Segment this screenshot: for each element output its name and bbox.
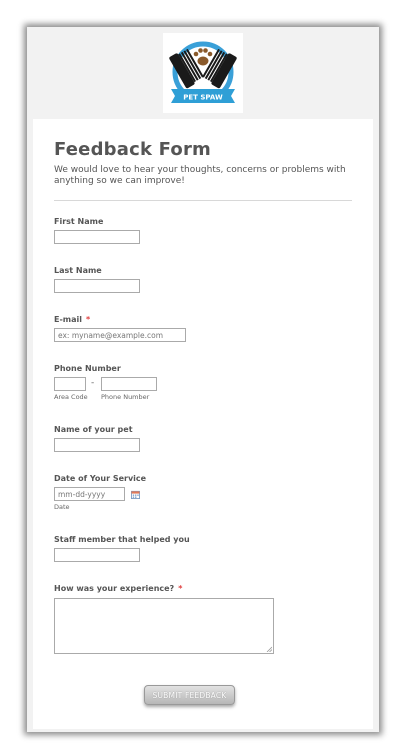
email-label: E-mail * (54, 315, 91, 324)
pet-name-label: Name of your pet (54, 425, 133, 434)
experience-label: How was your experience? * (54, 584, 183, 593)
phone-number-sublabel: Phone Number (101, 393, 150, 401)
page-frame: PET SPAW Feedback Form We would love to … (27, 27, 379, 732)
area-code-input[interactable] (54, 377, 86, 391)
submit-feedback-button[interactable]: SUBMIT FEEDBACK (144, 685, 235, 705)
last-name-input[interactable] (54, 279, 140, 293)
date-sublabel: Date (54, 503, 70, 511)
staff-input[interactable] (54, 548, 140, 562)
last-name-label: Last Name (54, 266, 102, 275)
service-date-label: Date of Your Service (54, 474, 147, 483)
required-marker: * (86, 315, 91, 324)
experience-textarea[interactable] (54, 598, 274, 654)
email-input[interactable] (54, 328, 186, 342)
staff-label: Staff member that helped you (54, 535, 190, 544)
area-code-sublabel: Area Code (54, 393, 88, 401)
service-date-input[interactable] (54, 487, 125, 501)
paw-icon (193, 48, 213, 66)
form-title: Feedback Form (54, 139, 211, 160)
logo-graphic: PET SPAW (169, 41, 237, 103)
phone-separator: - (91, 378, 95, 388)
resize-grip-icon[interactable] (266, 646, 272, 652)
pet-spaw-logo: PET SPAW (163, 33, 243, 113)
header-divider (54, 200, 352, 201)
logo-text: PET SPAW (183, 94, 223, 102)
first-name-input[interactable] (54, 230, 140, 244)
phone-label: Phone Number (54, 364, 121, 373)
form-subtitle: We would love to hear your thoughts, con… (54, 165, 346, 186)
required-marker: * (178, 584, 183, 593)
phone-number-input[interactable] (101, 377, 157, 391)
first-name-label: First Name (54, 217, 104, 226)
pet-name-input[interactable] (54, 438, 140, 452)
calendar-icon[interactable] (131, 490, 140, 499)
feedback-form: Feedback Form We would love to hear your… (33, 119, 373, 729)
